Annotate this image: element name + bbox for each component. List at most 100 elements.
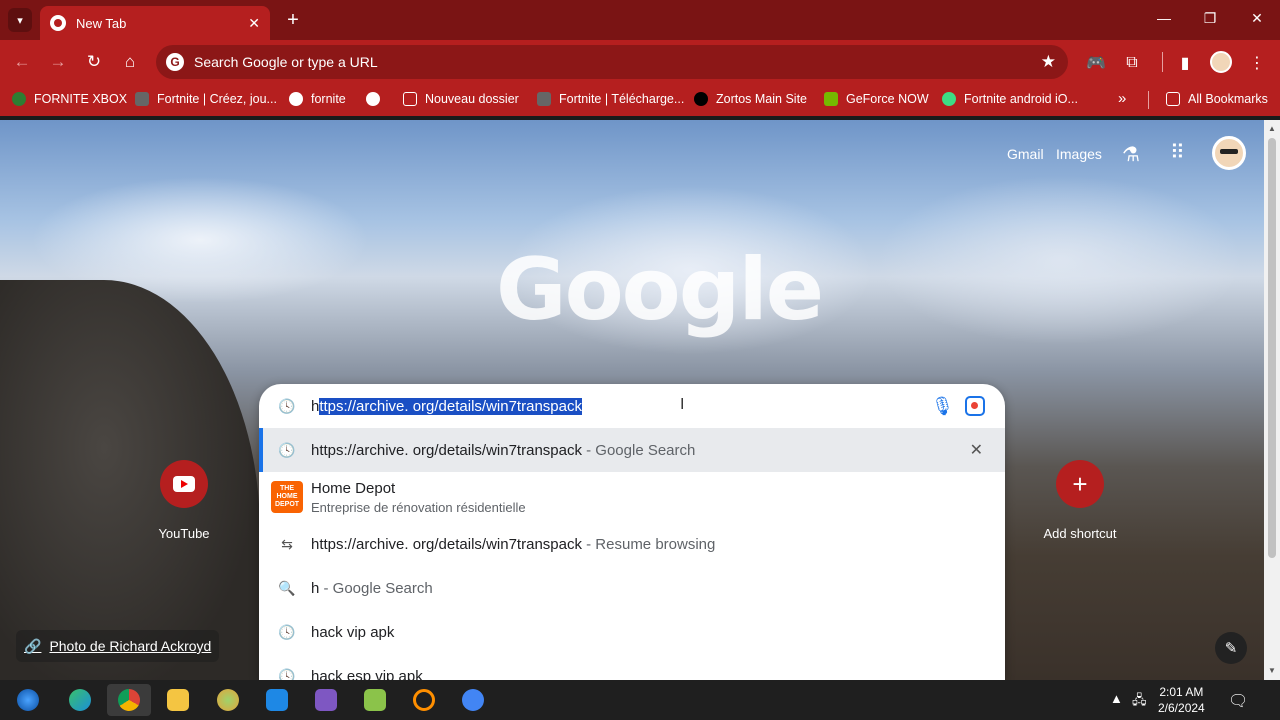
notification-icon[interactable]: 🗨 bbox=[1228, 691, 1248, 711]
new-tab-button[interactable]: + bbox=[282, 9, 304, 31]
home-depot-logo: THE HOME DEPOT bbox=[271, 481, 303, 513]
chrome-icon bbox=[50, 15, 66, 31]
suggestion-item[interactable]: 🔍 h - Google Search bbox=[259, 566, 1005, 610]
chromium-icon bbox=[462, 689, 484, 711]
xbox-icon bbox=[12, 92, 26, 106]
resume-journey-icon: ⇆ bbox=[281, 535, 293, 552]
bookmark-folder-nouveau-dossier[interactable]: Nouveau dossier bbox=[403, 92, 519, 106]
bookmark-fortnite-creez[interactable]: Fortnite | Créez, jou... bbox=[135, 92, 277, 106]
search-icon: 🔍 bbox=[278, 579, 296, 596]
link-icon: 🔗 bbox=[24, 637, 42, 654]
suggestion-item[interactable]: ⇆ https://archive. org/details/win7trans… bbox=[259, 522, 1005, 566]
shortcut-youtube[interactable]: YouTube bbox=[134, 460, 234, 541]
close-window-button[interactable]: ✕ bbox=[1245, 10, 1269, 27]
profile-avatar-small[interactable] bbox=[1210, 51, 1232, 73]
side-panel-icon[interactable]: ▮ bbox=[1174, 52, 1196, 74]
home-icon[interactable]: ⌂ bbox=[119, 51, 141, 73]
bookmark-fornite[interactable]: fornite bbox=[289, 92, 346, 106]
globe-icon bbox=[289, 92, 303, 106]
bookmarks-bar: FORNITE XBOX Fortnite | Créez, jou... fo… bbox=[0, 84, 1280, 116]
all-bookmarks-folder[interactable]: All Bookmarks bbox=[1166, 92, 1268, 106]
reload-icon[interactable]: ↻ bbox=[83, 51, 105, 73]
page-scrollbar[interactable]: ▲ ▼ bbox=[1264, 120, 1280, 680]
search-icon bbox=[413, 689, 435, 711]
taskbar-vscode[interactable] bbox=[255, 684, 299, 716]
customize-pencil-icon[interactable]: ✎ bbox=[1215, 632, 1247, 664]
scrollbar-thumb[interactable] bbox=[1268, 138, 1276, 558]
taskbar-search-app[interactable] bbox=[402, 684, 446, 716]
edge-icon bbox=[69, 689, 91, 711]
gamepad-extension-icon[interactable]: 🎮 bbox=[1085, 52, 1107, 74]
taskbar-file-explorer[interactable] bbox=[156, 684, 200, 716]
close-tab-icon[interactable]: ✕ bbox=[248, 15, 260, 32]
clock-date: 2/6/2024 bbox=[1158, 701, 1205, 715]
bookmark-fortnite-android[interactable]: Fortnite android iO... bbox=[942, 92, 1078, 106]
search-dropdown: 🕓 https://archive. org/details/win7trans… bbox=[259, 384, 1005, 680]
google-lens-icon[interactable] bbox=[965, 396, 985, 416]
more-bookmarks-chevron-icon[interactable]: » bbox=[1118, 90, 1126, 107]
microphone-icon[interactable]: 🎙 bbox=[931, 396, 954, 417]
google-g-icon: G bbox=[166, 53, 184, 71]
remove-suggestion-icon[interactable]: ✕ bbox=[970, 440, 983, 460]
menu-kebab-icon[interactable]: ⋮ bbox=[1246, 52, 1268, 74]
minimize-button[interactable]: — bbox=[1152, 10, 1176, 26]
bookmark-star-icon[interactable]: ★ bbox=[1041, 52, 1056, 72]
nvidia-icon bbox=[824, 92, 838, 106]
bookmark-fornite-xbox[interactable]: FORNITE XBOX bbox=[12, 92, 127, 106]
fortnite-icon bbox=[537, 92, 551, 106]
add-shortcut-button[interactable]: + Add shortcut bbox=[1030, 460, 1130, 541]
photo-credit-link[interactable]: 🔗 Photo de Richard Ackroyd bbox=[16, 630, 220, 662]
history-icon: 🕓 bbox=[278, 397, 296, 414]
taskbar-chromium[interactable] bbox=[451, 684, 495, 716]
gmail-link[interactable]: Gmail bbox=[1007, 146, 1044, 162]
suggestion-item[interactable]: 🕓 hack esp vip apk bbox=[259, 654, 1005, 681]
plus-icon: + bbox=[1056, 460, 1104, 508]
fortnite-icon bbox=[135, 92, 149, 106]
taskbar-notepadpp[interactable] bbox=[353, 684, 397, 716]
address-bar[interactable]: G Search Google or type a URL ★ bbox=[156, 45, 1068, 79]
globe-icon bbox=[366, 92, 380, 106]
taskbar-edge[interactable] bbox=[58, 684, 102, 716]
visual-studio-icon bbox=[315, 689, 337, 711]
google-logo: Google bbox=[496, 240, 824, 340]
extensions-puzzle-icon[interactable]: ⧉ bbox=[1121, 52, 1143, 74]
search-input[interactable]: 🕓 https://archive. org/details/win7trans… bbox=[259, 384, 1005, 428]
bookmark-fortnite-telecharge[interactable]: Fortnite | Télécharge... bbox=[537, 92, 684, 106]
scroll-up-icon[interactable]: ▲ bbox=[1268, 124, 1276, 133]
images-link[interactable]: Images bbox=[1056, 146, 1102, 162]
search-input-text[interactable]: https://archive. org/details/win7transpa… bbox=[311, 397, 582, 415]
title-bar: ▾ New Tab ✕ + — ❐ ✕ bbox=[0, 0, 1280, 40]
bookmark-zortos[interactable]: Zortos Main Site bbox=[694, 92, 807, 106]
zortos-icon bbox=[694, 92, 708, 106]
back-icon[interactable]: ← bbox=[11, 51, 33, 73]
bookmark-globe[interactable] bbox=[366, 92, 388, 106]
taskbar-chrome[interactable] bbox=[107, 684, 151, 716]
restore-button[interactable]: ❐ bbox=[1198, 10, 1222, 27]
tab-search-button[interactable]: ▾ bbox=[8, 8, 32, 32]
labs-flask-icon[interactable]: ⚗ bbox=[1122, 142, 1140, 167]
apps-grid-icon[interactable]: ⠿ bbox=[1170, 140, 1185, 165]
scroll-down-icon[interactable]: ▼ bbox=[1268, 666, 1276, 675]
tab-title: New Tab bbox=[76, 15, 127, 31]
start-button[interactable] bbox=[6, 684, 50, 716]
taskbar-visual-studio[interactable] bbox=[304, 684, 348, 716]
suggestion-item[interactable]: 🕓 https://archive. org/details/win7trans… bbox=[259, 428, 1005, 472]
shortcut-label: YouTube bbox=[158, 526, 210, 541]
youtube-icon bbox=[160, 460, 208, 508]
tab-new-tab[interactable]: New Tab ✕ bbox=[40, 6, 270, 40]
bookmark-geforce-now[interactable]: GeForce NOW bbox=[824, 92, 929, 106]
suggestion-home-depot[interactable]: THE HOME DEPOT Home Depot Entreprise de … bbox=[259, 472, 1005, 522]
network-icon[interactable]: 🖧 bbox=[1132, 691, 1147, 713]
history-icon: 🕓 bbox=[278, 667, 296, 681]
show-hidden-icons-chevron[interactable]: ▲ bbox=[1110, 691, 1123, 706]
profile-avatar[interactable] bbox=[1212, 136, 1246, 170]
suggestion-item[interactable]: 🕓 hack vip apk bbox=[259, 610, 1005, 654]
browser-toolbar: ← → ↻ ⌂ G Search Google or type a URL ★ … bbox=[0, 40, 1280, 84]
taskbar-app[interactable] bbox=[206, 684, 250, 716]
history-icon: 🕓 bbox=[278, 623, 296, 640]
taskbar-clock[interactable]: 2:01 AM 2/6/2024 bbox=[1158, 684, 1205, 716]
forward-icon[interactable]: → bbox=[47, 51, 69, 73]
folder-icon bbox=[167, 689, 189, 711]
windows-taskbar: ▲ 🖧 2:01 AM 2/6/2024 🗨 bbox=[0, 680, 1280, 720]
text-cursor-icon: I bbox=[680, 396, 685, 413]
